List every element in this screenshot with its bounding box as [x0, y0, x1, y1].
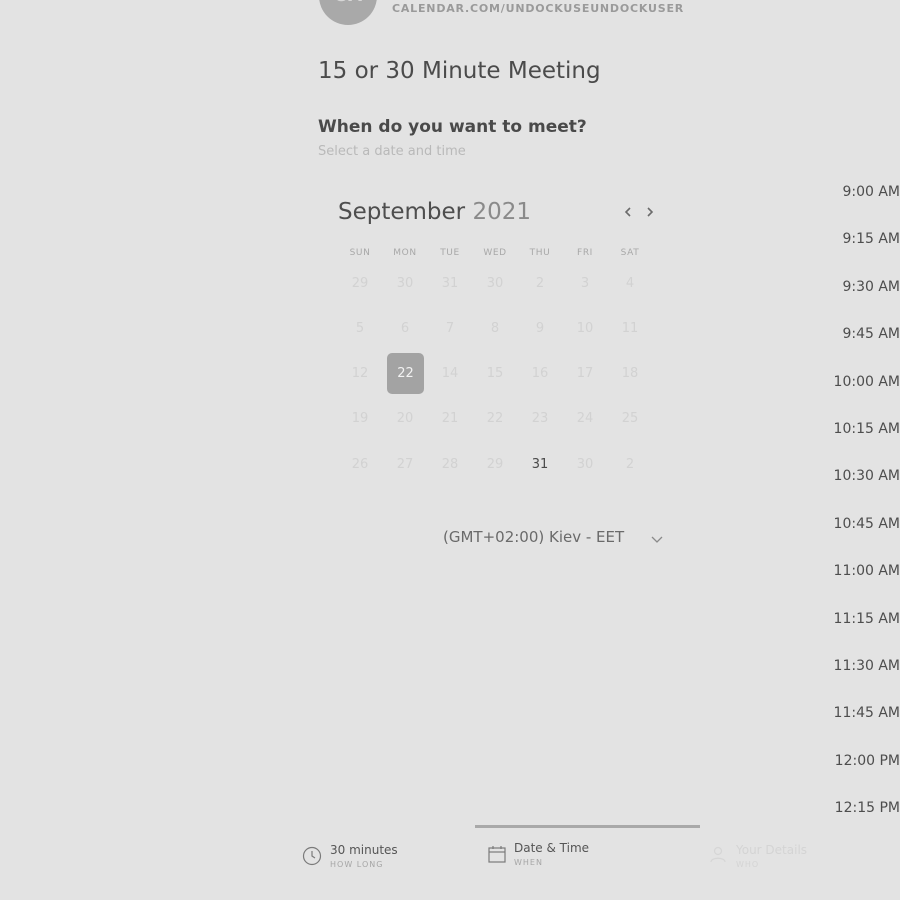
calendar-day: 29 [351, 276, 369, 291]
calendar-day: 7 [445, 321, 455, 336]
calendar-day: 21 [441, 411, 459, 426]
time-slot[interactable]: 11:30 AM [810, 658, 900, 674]
calendar-day: 22 [486, 411, 504, 426]
avatar: UA [319, 0, 377, 25]
month-year-label: September 2021 [338, 199, 531, 225]
time-slot[interactable]: 9:30 AM [810, 279, 900, 295]
next-month-button[interactable] [643, 202, 657, 222]
calendar-day: 4 [625, 276, 635, 291]
weekday-label: FRI [577, 248, 593, 258]
calendar-day-available[interactable]: 31 [518, 445, 562, 485]
calendar-day: 6 [400, 321, 410, 336]
chevron-down-icon[interactable] [650, 532, 664, 546]
weekday-label: THU [529, 248, 551, 258]
calendar-day: 31 [441, 276, 459, 291]
calendar-day: 16 [531, 366, 549, 381]
calendar-icon [488, 846, 506, 863]
step-duration-label: 30 minutes [330, 843, 398, 857]
calendar-day: 30 [576, 457, 594, 472]
time-slot[interactable]: 12:15 PM [810, 800, 900, 816]
calendar-day: 30 [396, 276, 414, 291]
active-step-indicator [475, 825, 700, 828]
calendar-day: 14 [441, 366, 459, 381]
time-slot[interactable]: 10:00 AM [810, 374, 900, 390]
time-slot[interactable]: 11:15 AM [810, 611, 900, 627]
calendar-day: 8 [490, 321, 500, 336]
calendar-day: 12 [351, 366, 369, 381]
step-details-sub: WHO [736, 860, 760, 869]
calendar-day: 9 [535, 321, 545, 336]
time-slot[interactable]: 10:15 AM [810, 421, 900, 437]
calendar-day: 28 [441, 457, 459, 472]
clock-icon [302, 846, 322, 866]
month-label: September [338, 199, 466, 225]
time-slot[interactable]: 9:45 AM [810, 326, 900, 342]
step-details-label: Your Details [736, 843, 808, 857]
calendar-day: 10 [576, 321, 594, 336]
calendar-day: 20 [396, 411, 414, 426]
weekday-label: MON [393, 248, 417, 258]
calendar-day: 29 [486, 457, 504, 472]
calendar-day: 18 [621, 366, 639, 381]
time-slot[interactable]: 11:00 AM [810, 563, 900, 579]
time-slot[interactable]: 9:00 AM [810, 184, 900, 200]
calendar-day: 23 [531, 411, 549, 426]
calendar-day: 2 [535, 276, 545, 291]
calendar-day-selected[interactable]: 22 [387, 353, 424, 394]
prev-month-button[interactable] [621, 202, 635, 222]
calendar-day: 30 [486, 276, 504, 291]
calendar-day: 11 [621, 321, 639, 336]
calendar-day: 5 [355, 321, 365, 336]
page-title: 15 or 30 Minute Meeting [318, 58, 601, 84]
time-slot[interactable]: 11:45 AM [810, 705, 900, 721]
chevron-left-icon [624, 207, 631, 217]
timezone-select[interactable]: (GMT+02:00) Kiev - EET [443, 528, 624, 546]
calendar-day: 26 [351, 457, 369, 472]
calendar-day: 25 [621, 411, 639, 426]
question-heading: When do you want to meet? [318, 117, 587, 137]
calendar-day: 27 [396, 457, 414, 472]
step-duration-sub: HOW LONG [330, 860, 384, 869]
calendar-day: 3 [580, 276, 590, 291]
calendar-day: 15 [486, 366, 504, 381]
step-date-time-label: Date & Time [514, 841, 590, 855]
booking-page: UA CALENDAR.COM/UNDOCKUSEUNDOCKUSER 15 o… [0, 0, 900, 900]
weekday-label: WED [483, 248, 507, 258]
user-icon [710, 846, 726, 863]
weekday-label: TUE [440, 248, 460, 258]
weekday-label: SAT [620, 248, 640, 258]
time-slot[interactable]: 10:30 AM [810, 468, 900, 484]
time-slot[interactable]: 12:00 PM [810, 753, 900, 769]
step-date-time-sub: WHEN [514, 858, 543, 867]
calendar-day: 2 [625, 457, 635, 472]
calendar-day: 19 [351, 411, 369, 426]
question-subtitle: Select a date and time [318, 144, 466, 159]
year-label: 2021 [472, 199, 531, 225]
calendar-url[interactable]: CALENDAR.COM/UNDOCKUSEUNDOCKUSER [392, 2, 684, 15]
chevron-right-icon [647, 207, 654, 217]
weekday-label: SUN [349, 248, 371, 258]
time-slot[interactable]: 9:15 AM [810, 231, 900, 247]
calendar-day: 24 [576, 411, 594, 426]
calendar-day: 17 [576, 366, 594, 381]
time-slot[interactable]: 10:45 AM [810, 516, 900, 532]
